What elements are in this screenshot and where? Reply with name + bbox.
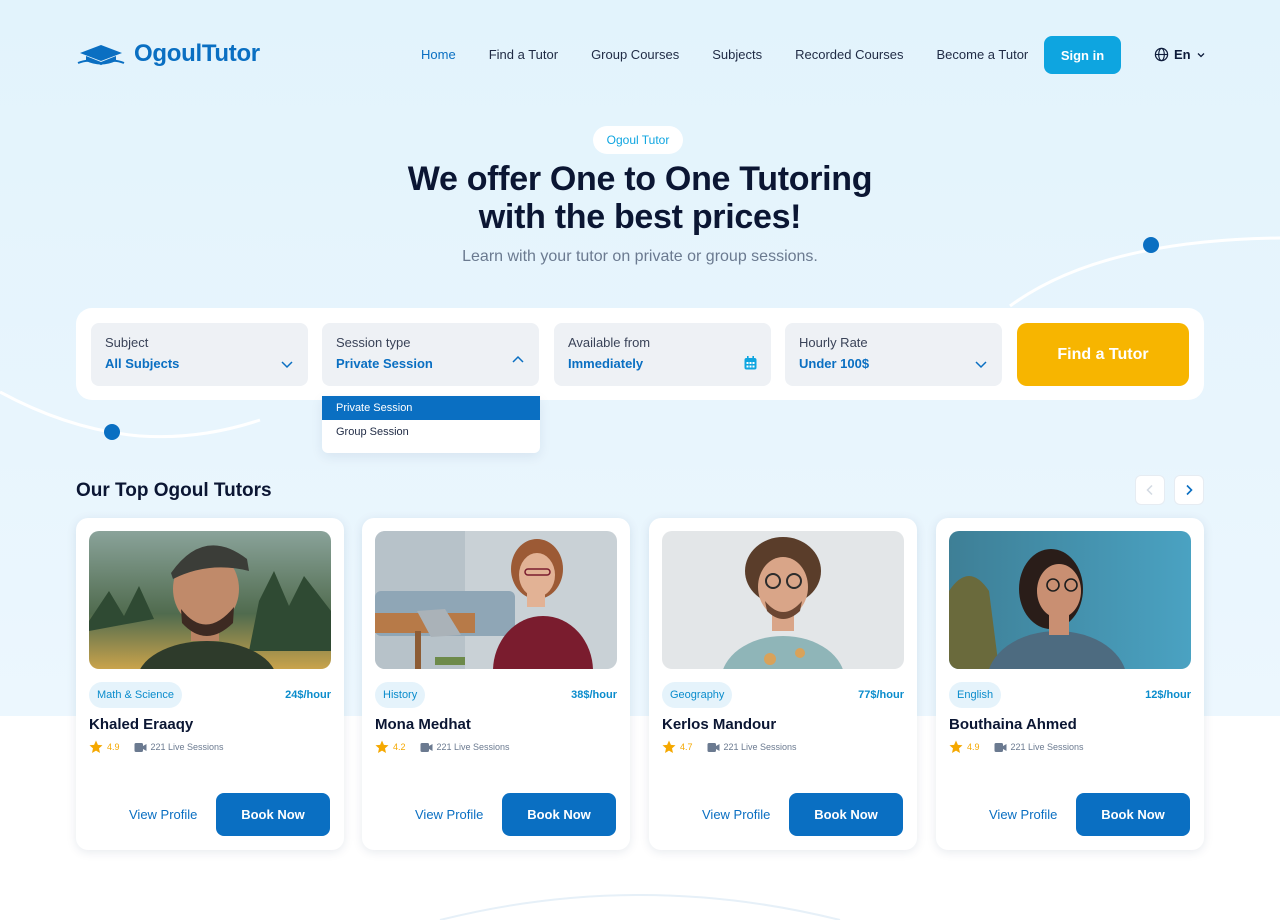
available-from-picker[interactable]: Available from Immediately (554, 323, 771, 386)
view-profile-link[interactable]: View Profile (415, 807, 483, 822)
subject-badge: Geography (662, 682, 733, 708)
field-label: Hourly Rate (799, 335, 868, 350)
book-now-button[interactable]: Book Now (1076, 793, 1190, 836)
nav-recorded-courses[interactable]: Recorded Courses (795, 47, 903, 62)
decor-dot (104, 424, 120, 440)
hero-title-line1: We offer One to One Tutoring (407, 160, 873, 198)
field-value: Under 100$ (799, 356, 870, 371)
hero-title-line2: with the best prices! (478, 198, 802, 236)
nav-become-tutor[interactable]: Become a Tutor (936, 47, 1028, 62)
tutor-photo (89, 531, 331, 669)
decor-dot (1143, 237, 1159, 253)
hourly-rate-select[interactable]: Hourly Rate Under 100$ (785, 323, 1002, 386)
book-now-button[interactable]: Book Now (789, 793, 903, 836)
tutor-card: History 38$/hour Mona Medhat 4.2 221 Liv… (362, 518, 630, 850)
carousel-next-button[interactable] (1174, 475, 1204, 505)
tutor-name: Bouthaina Ahmed (949, 716, 1077, 733)
subject-select[interactable]: Subject All Subjects (91, 323, 308, 386)
dropdown-option-group[interactable]: Group Session (322, 420, 540, 444)
find-tutor-button[interactable]: Find a Tutor (1017, 323, 1189, 386)
hourly-price: 12$/hour (1145, 689, 1191, 701)
star-icon (89, 740, 103, 753)
tutor-card: English 12$/hour Bouthaina Ahmed 4.9 221… (936, 518, 1204, 850)
book-now-button[interactable]: Book Now (502, 793, 616, 836)
language-label: En (1174, 47, 1191, 62)
tutor-photo (662, 531, 904, 669)
tutor-meta: 4.7 221 Live Sessions (662, 740, 797, 754)
field-label: Session type (336, 335, 411, 350)
nav-subjects[interactable]: Subjects (712, 47, 762, 62)
chevron-up-icon (512, 355, 524, 363)
live-sessions-count: 221 Live Sessions (150, 742, 224, 752)
chevron-left-icon (1146, 484, 1153, 496)
rating-value: 4.9 (967, 742, 980, 752)
tutor-meta: 4.2 221 Live Sessions (375, 740, 510, 754)
hourly-price: 38$/hour (571, 689, 617, 701)
star-icon (375, 740, 389, 753)
site-header: OgoulTutor Home Find a Tutor Group Cours… (0, 0, 1280, 110)
nav-group-courses[interactable]: Group Courses (591, 47, 679, 62)
carousel-prev-button[interactable] (1135, 475, 1165, 505)
chevron-down-icon (281, 361, 293, 369)
tutor-search-bar: Subject All Subjects Session type Privat… (76, 308, 1204, 400)
globe-icon (1154, 47, 1169, 62)
subject-badge: English (949, 682, 1002, 708)
field-label: Available from (568, 335, 651, 350)
signin-button[interactable]: Sign in (1044, 36, 1121, 74)
brand-name: OgoulTutor (134, 40, 260, 67)
star-icon (949, 740, 963, 753)
tutor-photo (375, 531, 617, 669)
subject-badge: History (375, 682, 426, 708)
video-camera-icon (707, 742, 720, 752)
rating-value: 4.7 (680, 742, 693, 752)
graduation-cap-book-icon (77, 45, 125, 66)
book-now-button[interactable]: Book Now (216, 793, 330, 836)
tutor-name: Mona Medhat (375, 716, 471, 733)
hero-subtitle: Learn with your tutor on private or grou… (462, 248, 818, 265)
star-icon (662, 740, 676, 753)
section-title: Our Top Ogoul Tutors (76, 480, 272, 501)
view-profile-link[interactable]: View Profile (989, 807, 1057, 822)
video-camera-icon (134, 742, 147, 752)
language-selector[interactable]: En (1154, 47, 1206, 62)
dropdown-option-private[interactable]: Private Session (322, 396, 540, 420)
main-nav: Home Find a Tutor Group Courses Subjects… (421, 47, 1061, 62)
hourly-price: 77$/hour (858, 689, 904, 701)
tutor-card: Math & Science 24$/hour Khaled Eraaqy 4.… (76, 518, 344, 850)
live-sessions-count: 221 Live Sessions (436, 742, 510, 752)
field-value: Private Session (336, 356, 433, 371)
tutor-meta: 4.9 221 Live Sessions (949, 740, 1084, 754)
session-type-dropdown: Private Session Group Session (322, 396, 540, 453)
tutor-photo (949, 531, 1191, 669)
nav-home[interactable]: Home (421, 47, 456, 62)
subject-badge: Math & Science (89, 682, 183, 708)
nav-find-tutor[interactable]: Find a Tutor (489, 47, 558, 62)
field-value: Immediately (568, 356, 644, 371)
video-camera-icon (994, 742, 1007, 752)
session-type-select[interactable]: Session type Private Session (322, 323, 539, 386)
hero-title: We offer One to One Tutoring with the be… (340, 160, 940, 236)
tutor-name: Khaled Eraaqy (89, 716, 194, 733)
chevron-right-icon (1186, 484, 1193, 496)
chevron-down-icon (975, 361, 987, 369)
hero-tag: Ogoul Tutor (593, 126, 683, 154)
live-sessions-count: 221 Live Sessions (1010, 742, 1084, 752)
tutor-meta: 4.9 221 Live Sessions (89, 740, 224, 754)
view-profile-link[interactable]: View Profile (129, 807, 197, 822)
chevron-down-icon (1197, 52, 1205, 57)
tutor-card: Geography 77$/hour Kerlos Mandour 4.7 22… (649, 518, 917, 850)
rating-value: 4.2 (393, 742, 406, 752)
hourly-price: 24$/hour (285, 689, 331, 701)
field-label: Subject (105, 335, 149, 350)
live-sessions-count: 221 Live Sessions (723, 742, 797, 752)
tutor-name: Kerlos Mandour (662, 716, 777, 733)
view-profile-link[interactable]: View Profile (702, 807, 770, 822)
rating-value: 4.9 (107, 742, 120, 752)
logo[interactable]: OgoulTutor (76, 40, 260, 68)
calendar-icon (744, 356, 757, 370)
bottom-curve (439, 894, 841, 920)
video-camera-icon (420, 742, 433, 752)
field-value: All Subjects (105, 356, 180, 371)
